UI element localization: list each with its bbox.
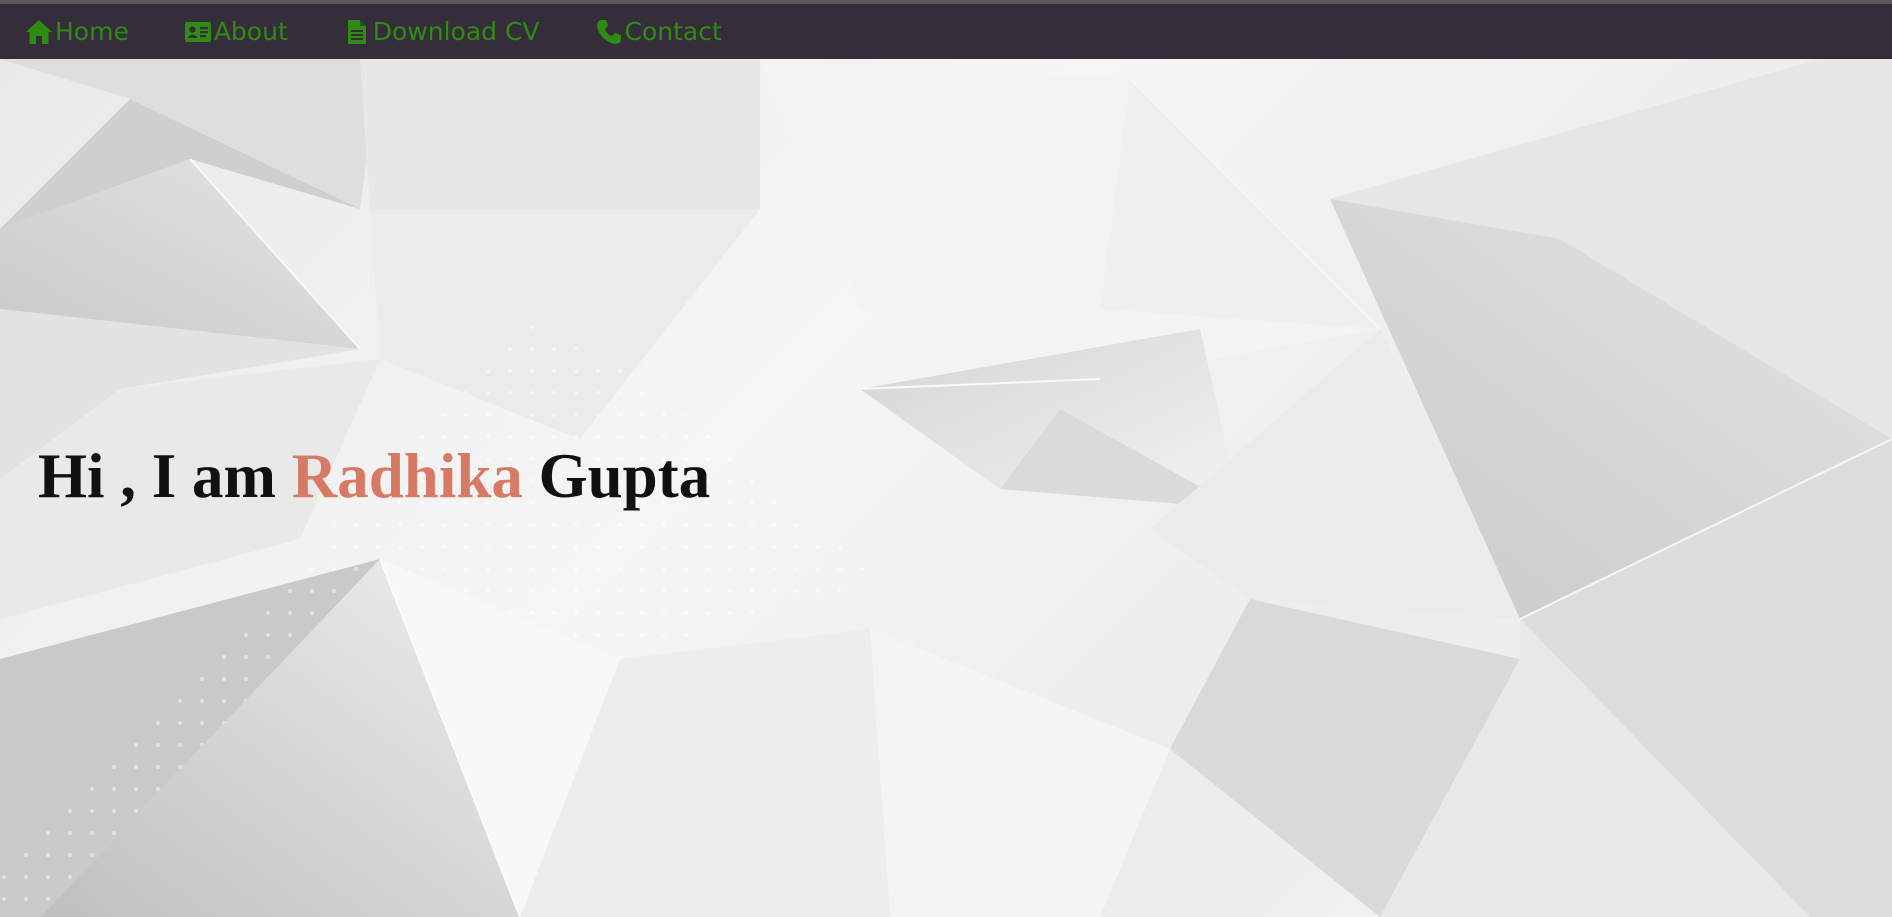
nav-home-link[interactable]: Home [24,17,129,47]
home-icon [24,17,54,47]
nav-contact-link[interactable]: Contact [594,17,722,47]
phone-icon [594,17,624,47]
hero-greeting: Hi , I am [38,441,277,511]
nav-about-label: About [213,17,288,46]
hero-section: Hi , I am Radhika Gupta [0,59,1892,917]
file-icon [342,17,372,47]
top-navbar: Home About Download CV Contact [0,4,1892,59]
nav-home-label: Home [55,17,129,46]
hero-last-name: Gupta [538,441,711,511]
nav-contact-label: Contact [624,17,722,46]
hero-heading: Hi , I am Radhika Gupta [38,440,710,512]
nav-download-cv-link[interactable]: Download CV [342,17,540,47]
hero-first-name: Radhika [291,441,523,511]
nav-download-cv-label: Download CV [372,17,540,46]
id-card-icon [183,17,213,47]
nav-about-link[interactable]: About [183,17,288,47]
